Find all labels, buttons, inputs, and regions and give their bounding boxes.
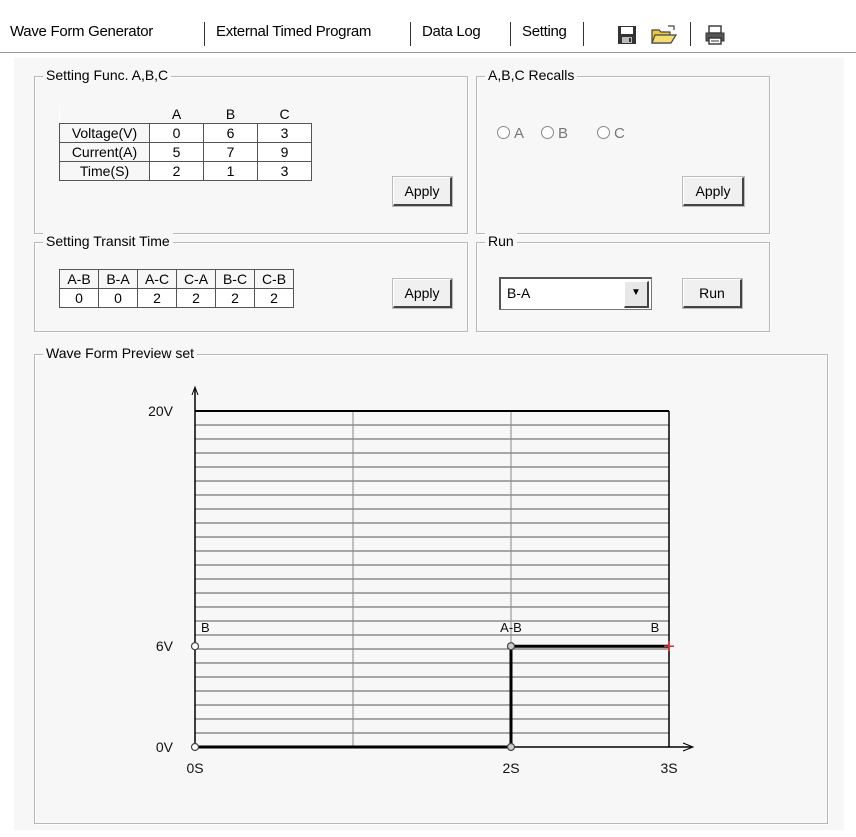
table-cell[interactable]: 2 [254, 288, 294, 308]
row-header: Voltage(V) [59, 123, 150, 143]
recall-option-c[interactable]: C [597, 125, 625, 142]
waveform-line [195, 644, 669, 749]
column-header: B-A [98, 269, 138, 289]
func-settings-group: Setting Func. A,B,C A B C Voltage(V) 0 6… [34, 67, 468, 234]
recall-title: A,B,C Recalls [485, 67, 578, 83]
open-folder-icon[interactable] [650, 24, 678, 46]
point-label: B [651, 620, 660, 635]
transition-select[interactable]: B-A ▼ [499, 277, 652, 310]
transition-select-value: B-A [507, 285, 531, 301]
column-header: B-C [215, 269, 255, 289]
table-cell[interactable]: 3 [257, 161, 312, 181]
tab-separator [410, 22, 411, 46]
column-header: A [149, 105, 204, 124]
transit-time-table: A-B B-A A-C C-A B-C C-B 0 0 2 2 2 2 [59, 269, 294, 308]
tab-external-timed-program[interactable]: External Timed Program [208, 12, 379, 50]
table-cell[interactable]: 2 [176, 288, 216, 308]
row-header: Time(S) [59, 161, 150, 181]
run-group: Run B-A ▼ Run [476, 233, 770, 332]
tab-setting[interactable]: Setting [514, 12, 575, 50]
table-cell[interactable]: 0 [98, 288, 138, 308]
point-marker [190, 742, 200, 752]
table-row: 0 0 2 2 2 2 [59, 288, 294, 308]
point-label: B [201, 620, 210, 635]
wave-preview-title: Wave Form Preview set [43, 345, 198, 361]
point-marker [506, 642, 516, 651]
table-cell[interactable]: 7 [203, 142, 258, 162]
row-header: Current(A) [59, 142, 150, 162]
y-tick-label: 20V [148, 403, 174, 419]
radio-icon [597, 126, 610, 139]
y-tick-label: 6V [156, 638, 174, 654]
column-header: C-B [254, 269, 294, 289]
radio-icon [541, 126, 554, 139]
column-header: C-A [176, 269, 216, 289]
recall-group: A,B,C Recalls A B C Apply [476, 67, 770, 234]
table-cell[interactable]: 2 [215, 288, 255, 308]
point-label: A-B [500, 620, 522, 635]
toolbar-separator [690, 22, 691, 46]
x-tick-label: 2S [502, 760, 519, 776]
table-cell[interactable]: 0 [149, 123, 204, 143]
point-marker [190, 642, 200, 651]
tab-separator [204, 22, 205, 46]
func-settings-table: A B C Voltage(V) 0 6 3 Current(A) 5 7 9 … [59, 105, 312, 181]
table-row: Time(S) 2 1 3 [59, 161, 312, 181]
y-tick-label: 0V [156, 739, 174, 755]
run-button[interactable]: Run [683, 279, 742, 308]
func-apply-button[interactable]: Apply [393, 177, 452, 206]
column-header: C [257, 105, 312, 124]
save-icon[interactable] [616, 24, 638, 46]
column-header: A-C [137, 269, 177, 289]
tab-separator [510, 22, 511, 46]
table-cell[interactable]: 5 [149, 142, 204, 162]
wave-preview-chart: 20V 6V 0V 0S 2S 3S B A-B B [148, 385, 695, 776]
transit-time-title: Setting Transit Time [43, 233, 173, 249]
tab-separator [583, 22, 584, 46]
tab-wave-form-generator[interactable]: Wave Form Generator [2, 12, 161, 50]
print-icon[interactable] [704, 24, 726, 46]
tab-underline [0, 52, 856, 53]
table-row: Voltage(V) 0 6 3 [59, 123, 312, 143]
column-header: B [203, 105, 258, 124]
func-settings-title: Setting Func. A,B,C [43, 67, 172, 83]
tab-data-log[interactable]: Data Log [414, 12, 488, 50]
table-cell[interactable]: 9 [257, 142, 312, 162]
table-row: Current(A) 5 7 9 [59, 142, 312, 162]
recall-option-a[interactable]: A [497, 125, 524, 142]
table-cell[interactable]: 0 [59, 288, 99, 308]
column-header: A-B [59, 269, 99, 289]
transit-apply-button[interactable]: Apply [393, 279, 452, 308]
tab-bar: Wave Form Generator External Timed Progr… [0, 12, 856, 52]
table-cell[interactable]: 3 [257, 123, 312, 143]
recall-option-b[interactable]: B [541, 125, 568, 142]
table-cell[interactable]: 6 [203, 123, 258, 143]
table-cell[interactable]: 1 [203, 161, 258, 181]
x-tick-label: 0S [186, 760, 203, 776]
run-title: Run [485, 233, 517, 249]
point-marker [506, 742, 516, 752]
table-cell[interactable]: 2 [137, 288, 177, 308]
transit-time-group: Setting Transit Time A-B B-A A-C C-A B-C… [34, 233, 468, 332]
recall-apply-button[interactable]: Apply [683, 177, 744, 206]
chevron-down-icon[interactable]: ▼ [624, 281, 649, 308]
radio-icon [497, 126, 510, 139]
wave-preview-group: Wave Form Preview set 20V 6V 0V 0S 2S 3S B A-B B [34, 345, 828, 824]
wave-form-generator-panel: Setting Func. A,B,C A B C Voltage(V) 0 6… [14, 58, 844, 830]
table-cell[interactable]: 2 [149, 161, 204, 181]
x-tick-label: 3S [660, 760, 677, 776]
